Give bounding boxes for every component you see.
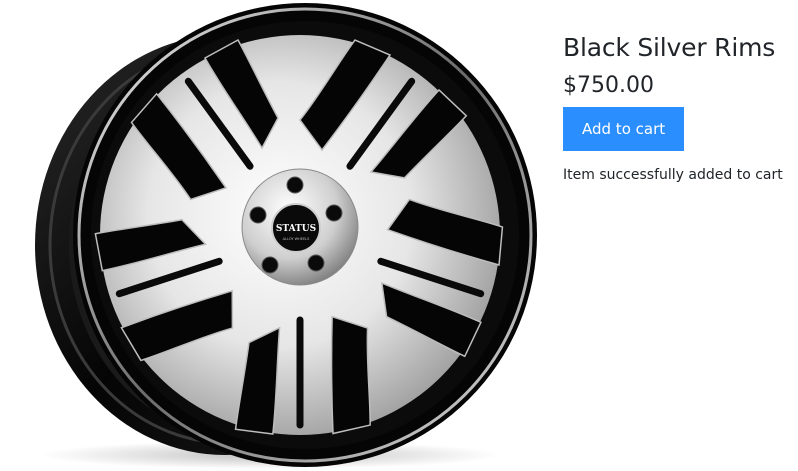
product-info: Black Silver Rims $750.00 Add to cart It…	[563, 28, 793, 185]
cart-status-message: Item successfully added to cart	[563, 167, 783, 183]
brand-logo: STATUS	[276, 224, 316, 234]
product-price: $750.00	[563, 73, 654, 98]
product-title: Black Silver Rims	[563, 33, 776, 62]
product-page: STATUS ALLOY WHEELS Black Silver Rims $7…	[0, 0, 798, 471]
wheel-image: STATUS ALLOY WHEELS	[35, 3, 537, 469]
add-to-cart-button[interactable]: Add to cart	[563, 107, 685, 151]
brand-logo-subtext: ALLOY WHEELS	[283, 237, 310, 241]
